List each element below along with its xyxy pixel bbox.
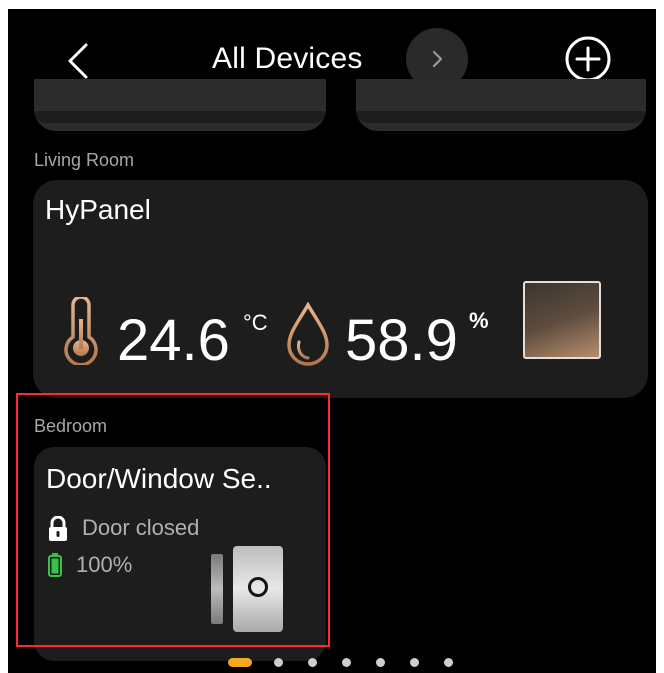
page-dot[interactable] [308, 658, 317, 667]
device-card-hypanel[interactable]: HyPanel 24.6 °C 58.9 % [33, 180, 648, 398]
page-dot[interactable] [410, 658, 419, 667]
temperature-value: 24.6 [117, 308, 230, 373]
add-device-button[interactable] [563, 34, 613, 84]
back-button[interactable] [60, 39, 100, 83]
humidity-value: 58.9 [345, 308, 458, 373]
page-dot[interactable] [342, 658, 351, 667]
section-label-living-room: Living Room [34, 150, 135, 170]
thermometer-icon [64, 297, 98, 365]
page-dot[interactable] [444, 658, 453, 667]
page-dot[interactable] [376, 658, 385, 667]
card-edge [34, 111, 326, 123]
plus-circle-icon [565, 36, 611, 82]
chevron-left-icon [68, 43, 88, 79]
temperature-unit: °C [243, 310, 268, 335]
humidity-unit: % [469, 308, 489, 333]
page-title: All Devices [212, 42, 363, 75]
device-card-partial[interactable] [356, 79, 646, 131]
device-card-partial[interactable] [34, 79, 326, 131]
hypanel-device-thumbnail [523, 281, 601, 359]
app-screen: All Devices Living Room HyPanel 24.6 °C … [8, 9, 656, 673]
chevron-right-icon [432, 50, 443, 68]
water-drop-icon [287, 302, 329, 366]
device-name: HyPanel [45, 194, 151, 225]
selection-highlight [16, 393, 330, 647]
card-edge [356, 111, 646, 123]
page-dot[interactable] [274, 658, 283, 667]
page-dot-active[interactable] [228, 658, 252, 667]
